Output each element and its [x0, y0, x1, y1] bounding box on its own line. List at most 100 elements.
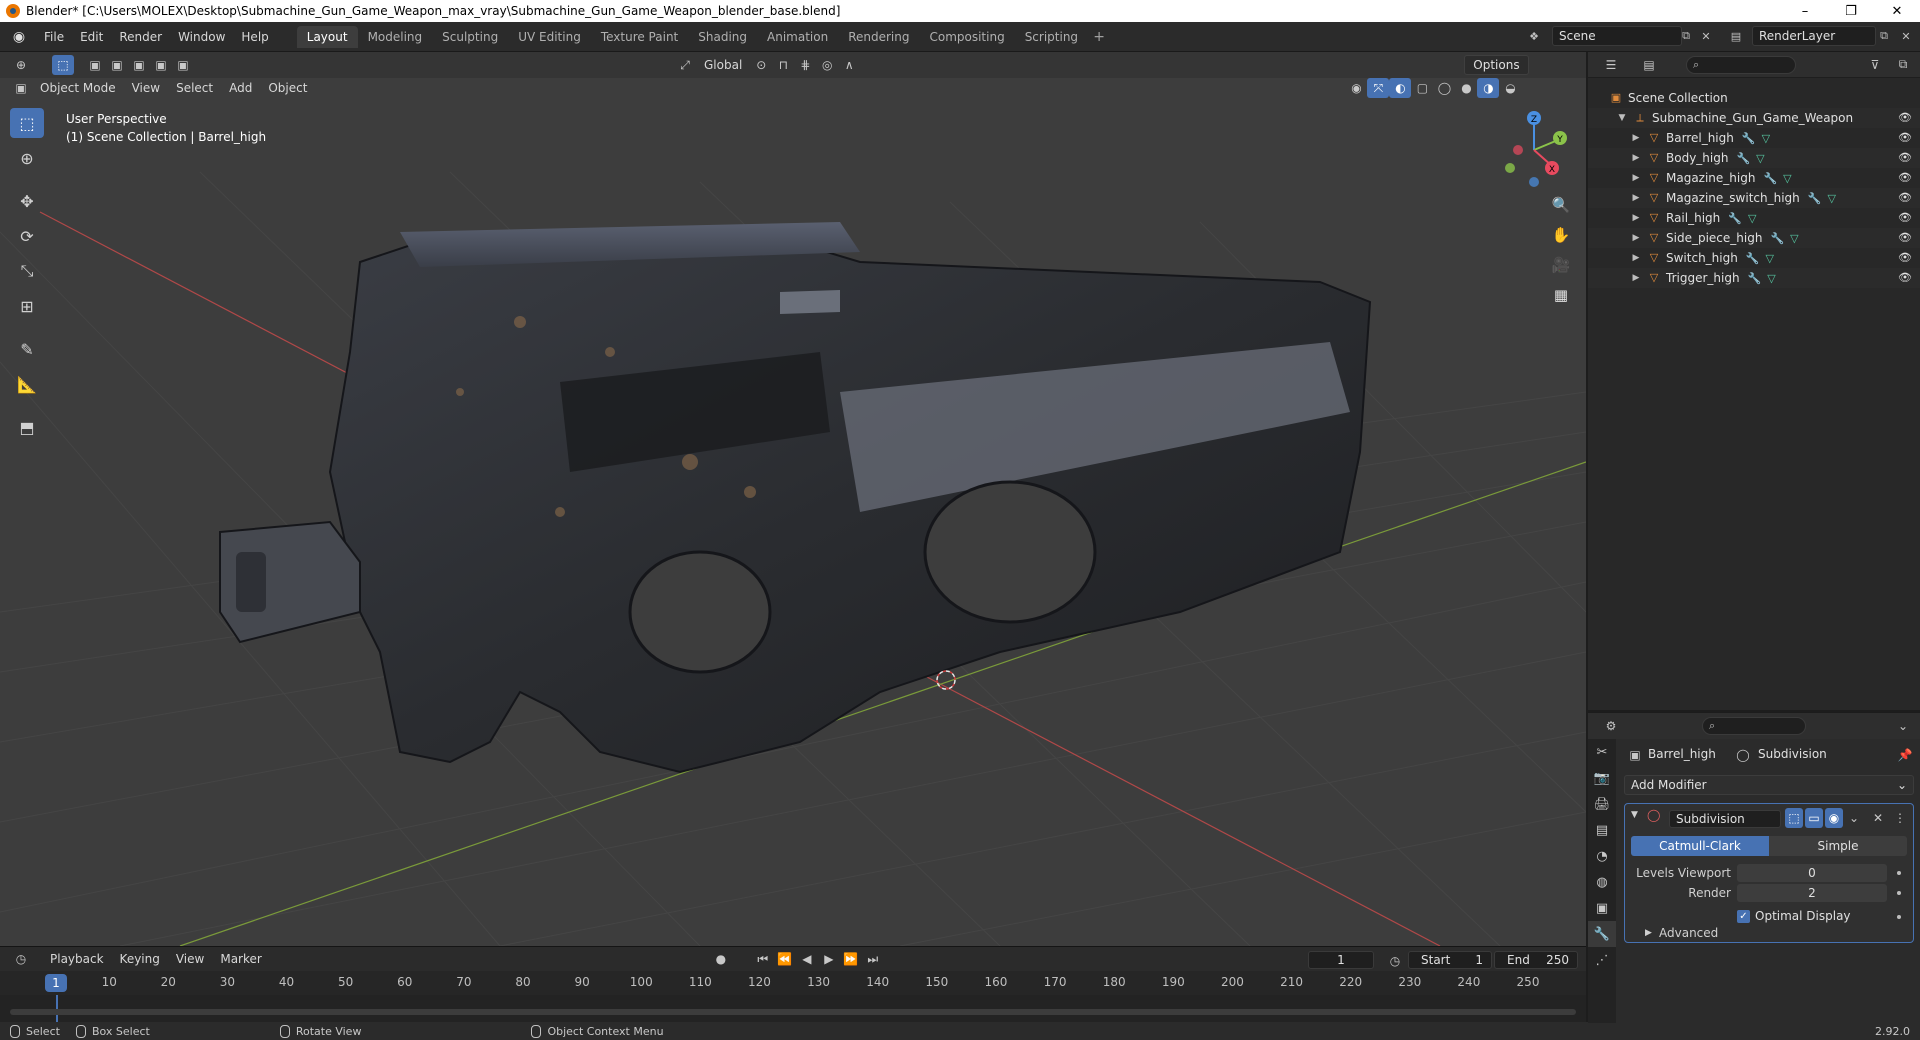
object-mode-dropdown[interactable]: Object Mode	[32, 78, 124, 98]
camera-view-icon[interactable]: 🎥	[1548, 252, 1574, 278]
menu-edit[interactable]: Edit	[72, 26, 111, 48]
jump-end-icon[interactable]: ⏭	[862, 949, 884, 969]
outliner-object-row[interactable]: ▶ ▽ Trigger_high 🔧 ▽ 👁	[1588, 268, 1920, 288]
mesh-data-icon[interactable]: ▽	[1790, 232, 1798, 245]
outliner-object-row[interactable]: ▶ ▽ Body_high 🔧 ▽ 👁	[1588, 148, 1920, 168]
collapse-arrow-icon[interactable]: ▼	[1631, 810, 1638, 820]
viewport-menu-add[interactable]: Add	[221, 78, 260, 98]
3d-viewport[interactable]: ⊕ ⬚ ▣ ▣ ▣ ▣ ▣ ⤢ Global ⊙ ⊓ ⋕ ◎ ∧ Options…	[0, 52, 1586, 946]
properties-editor-type-icon[interactable]: ⚙	[1600, 716, 1622, 736]
gizmo-toggle-icon[interactable]: ⤧	[1367, 78, 1390, 98]
menu-file[interactable]: File	[36, 26, 72, 48]
modifier-menu-chevron-icon[interactable]: ⌄	[1845, 808, 1863, 828]
modifier-tab-icon[interactable]: 🔧	[1588, 921, 1616, 947]
simple-toggle[interactable]: Simple	[1769, 836, 1907, 856]
outliner-object-row[interactable]: ▶ ▽ Switch_high 🔧 ▽ 👁	[1588, 248, 1920, 268]
auto-keying-icon[interactable]: ●	[710, 949, 732, 969]
expand-arrow-icon[interactable]: ▶	[1630, 253, 1642, 263]
visibility-eye-icon[interactable]: 👁	[1898, 171, 1912, 185]
tab-compositing[interactable]: Compositing	[919, 26, 1014, 48]
advanced-subpanel[interactable]: Advanced	[1659, 926, 1718, 940]
object-tab-icon[interactable]: ▣	[1588, 895, 1616, 921]
view-layer-selector[interactable]: RenderLayer	[1752, 26, 1876, 46]
outliner-object-row[interactable]: ▶ ▽ Barrel_high 🔧 ▽ 👁	[1588, 128, 1920, 148]
delete-view-layer-icon[interactable]: ✕	[1896, 26, 1916, 46]
end-frame-field[interactable]: End 250	[1494, 951, 1578, 969]
expand-arrow-icon[interactable]: ▼	[1616, 113, 1628, 123]
viewport-menu-view[interactable]: View	[124, 78, 168, 98]
marker-menu[interactable]: Marker	[212, 949, 269, 969]
modifier-wrench-icon[interactable]: 🔧	[1736, 152, 1750, 165]
maximize-button[interactable]: ❐	[1828, 0, 1874, 22]
outliner-scene-collection[interactable]: ▣ Scene Collection	[1588, 88, 1920, 108]
mesh-data-icon[interactable]: ▽	[1762, 132, 1770, 145]
new-scene-icon[interactable]: ⧉	[1676, 26, 1696, 46]
outliner-object-row[interactable]: ▶ ▽ Rail_high 🔧 ▽ 👁	[1588, 208, 1920, 228]
mesh-data-icon[interactable]: ▽	[1767, 272, 1775, 285]
modifier-wrench-icon[interactable]: 🔧	[1742, 132, 1756, 145]
scale-tool-icon[interactable]: ⤡	[10, 256, 44, 286]
scene-browse-icon[interactable]: ❖	[1524, 26, 1544, 46]
playhead-frame-indicator[interactable]: 1	[45, 974, 67, 992]
expand-arrow-icon[interactable]: ▶	[1630, 213, 1642, 223]
transform-orientation-dropdown[interactable]: Global	[696, 55, 750, 75]
navigation-gizmo[interactable]: Z Y X	[1496, 108, 1572, 188]
annotate-tool-icon[interactable]: ✎	[10, 334, 44, 364]
visibility-eye-icon[interactable]: 👁	[1898, 231, 1912, 245]
menu-render[interactable]: Render	[111, 26, 170, 48]
animate-property-icon[interactable]	[1897, 871, 1901, 875]
keying-menu[interactable]: Keying	[112, 949, 168, 969]
pan-hand-icon[interactable]: ✋	[1548, 222, 1574, 248]
expand-arrow-icon[interactable]: ▶	[1630, 153, 1642, 163]
overlay-toggle-icon[interactable]: ◐	[1389, 78, 1412, 98]
mesh-data-icon[interactable]: ▽	[1827, 192, 1835, 205]
select-subtract-icon[interactable]: ▣	[128, 55, 150, 75]
shading-rendered-icon[interactable]: ◒	[1499, 78, 1521, 98]
render-tab-icon[interactable]: 📷	[1588, 765, 1616, 791]
measure-tool-icon[interactable]: 📐	[10, 369, 44, 399]
current-frame-field[interactable]: 1	[1308, 951, 1374, 969]
pin-icon[interactable]: 📌	[1894, 745, 1916, 765]
tab-layout[interactable]: Layout	[296, 25, 358, 48]
menu-help[interactable]: Help	[233, 26, 276, 48]
move-tool-icon[interactable]: ✥	[10, 186, 44, 216]
expand-arrow-icon[interactable]: ▶	[1630, 133, 1642, 143]
modifier-wrench-icon[interactable]: 🔧	[1728, 212, 1742, 225]
tab-texture-paint[interactable]: Texture Paint	[591, 26, 688, 48]
playback-menu[interactable]: Playback	[42, 949, 112, 969]
levels-viewport-field[interactable]: 0	[1737, 864, 1887, 882]
options-dropdown[interactable]: Options	[1464, 55, 1529, 75]
new-collection-icon[interactable]: ⧉	[1892, 55, 1914, 75]
tab-sculpting[interactable]: Sculpting	[432, 26, 508, 48]
visibility-eye-icon[interactable]: 👁	[1898, 131, 1912, 145]
timeline-view-menu[interactable]: View	[168, 949, 212, 969]
animate-render-icon[interactable]	[1897, 891, 1901, 895]
mesh-data-icon[interactable]: ▽	[1756, 152, 1764, 165]
world-tab-icon[interactable]: ◍	[1588, 869, 1616, 895]
transform-tool-icon[interactable]: ⊞	[10, 291, 44, 321]
visibility-eye-icon[interactable]: 👁	[1898, 271, 1912, 285]
tab-rendering[interactable]: Rendering	[838, 26, 919, 48]
outliner-object-row[interactable]: ▶ ▽ Magazine_high 🔧 ▽ 👁	[1588, 168, 1920, 188]
timeline-ruler[interactable]: 1 10 20 30 40 50 60 70 80 90 100 110 120 130 140 150 160…	[0, 971, 1586, 995]
display-mode-icon[interactable]: ▤	[1638, 55, 1660, 75]
optimal-display-checkbox[interactable]: ✓	[1737, 910, 1750, 923]
tab-modeling[interactable]: Modeling	[358, 26, 433, 48]
add-cube-tool-icon[interactable]: ⬒	[10, 412, 44, 442]
modifier-wrench-icon[interactable]: 🔧	[1770, 232, 1784, 245]
viewport-toggle-icon[interactable]: ▭	[1805, 808, 1823, 828]
snap-icon[interactable]: ⊓	[772, 55, 794, 75]
expand-arrow-icon[interactable]: ▶	[1630, 193, 1642, 203]
view-layer-tab-icon[interactable]: ▤	[1588, 817, 1616, 843]
view-layer-browse-icon[interactable]: ▤	[1726, 26, 1746, 46]
properties-search-input[interactable]: ⌕	[1702, 717, 1806, 735]
select-mode-icon[interactable]: ⬚	[52, 55, 74, 75]
visibility-eye-icon[interactable]: 👁	[1898, 111, 1912, 125]
mesh-data-icon[interactable]: ▽	[1766, 252, 1774, 265]
zoom-icon[interactable]: 🔍	[1548, 192, 1574, 218]
select-invert-icon[interactable]: ▣	[150, 55, 172, 75]
proportional-edit-icon[interactable]: ◎	[816, 55, 838, 75]
ortho-grid-icon[interactable]: ▦	[1548, 282, 1574, 308]
mesh-data-icon[interactable]: ▽	[1748, 212, 1756, 225]
scene-selector[interactable]: Scene	[1552, 26, 1682, 46]
